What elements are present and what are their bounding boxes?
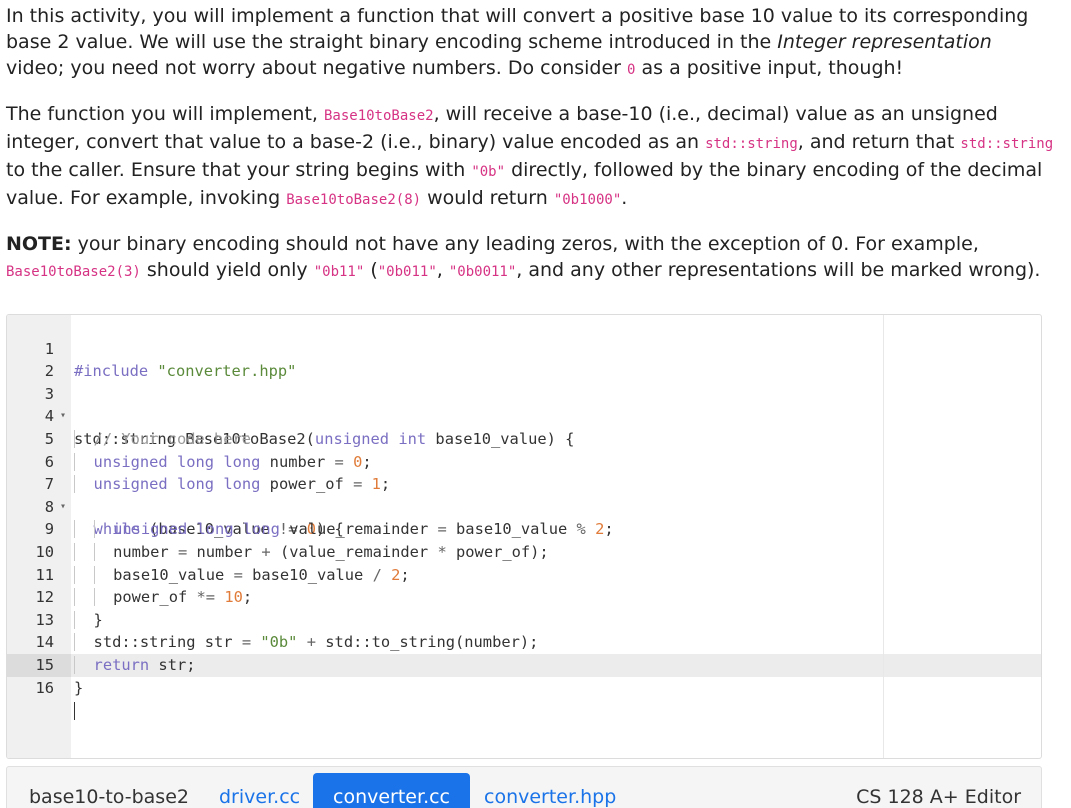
project-name: base10-to-base2 <box>11 773 207 808</box>
inline-code: Base10toBase2(3) <box>6 264 141 280</box>
text: video; you need not worry about negative… <box>6 57 627 79</box>
code-line[interactable]: 11 power_of *= 10; <box>7 541 1041 564</box>
text: , <box>437 259 449 281</box>
text: as a positive input, though! <box>635 57 903 79</box>
code-editor[interactable]: 1 #include "converter.hpp" 2 3 ▾ std::st… <box>6 314 1042 759</box>
code-line[interactable]: 8 unsigned long long value_remainder = b… <box>7 473 1041 496</box>
code-line[interactable]: 1 #include "converter.hpp" <box>7 315 1041 338</box>
text: your binary encoding should not have any… <box>72 233 979 255</box>
text: to the caller. Ensure that your string b… <box>6 159 471 181</box>
inline-code: std::string <box>960 136 1053 152</box>
code-line[interactable]: 5 unsigned long long number = 0; <box>7 405 1041 428</box>
file-tab-bar: base10-to-base2 driver.cc converter.cc c… <box>6 766 1042 808</box>
inline-code: std::string <box>705 136 798 152</box>
code-line[interactable]: 6 unsigned long long power_of = 1; <box>7 428 1041 451</box>
text: , and any other representations will be … <box>516 259 1040 281</box>
code-line[interactable]: 16 <box>7 654 1041 677</box>
inline-code: "0b011" <box>378 264 437 280</box>
code-line[interactable]: 3 ▾ std::string Base10toBase2(unsigned i… <box>7 360 1041 383</box>
inline-code: "0b" <box>471 164 505 180</box>
instructions-paragraph-2: The function you will implement, Base10t… <box>6 101 1056 213</box>
inline-code: Base10toBase2 <box>324 108 434 124</box>
tab-converter-hpp[interactable]: converter.hpp <box>466 773 634 808</box>
inline-code: "0b11" <box>314 264 365 280</box>
text: , and return that <box>798 131 961 153</box>
code-line[interactable]: 13 std::string str = "0b" + std::to_stri… <box>7 586 1041 609</box>
instructions-note: NOTE: your binary encoding should not ha… <box>6 231 1056 285</box>
note-label: NOTE: <box>6 233 72 255</box>
inline-code: Base10toBase2(8) <box>286 192 421 208</box>
text: . <box>621 187 627 209</box>
code-lines[interactable]: 1 #include "converter.hpp" 2 3 ▾ std::st… <box>7 315 1041 677</box>
code-line[interactable]: 4 // Your code here <box>7 383 1041 406</box>
inline-code: "0b0011" <box>449 264 516 280</box>
tab-converter-cc[interactable]: converter.cc <box>313 773 470 808</box>
code-line[interactable]: 7 ▾ while (base10_value != 0) { <box>7 451 1041 474</box>
text: ( <box>364 259 377 281</box>
code-line[interactable]: 15 } <box>7 631 1041 654</box>
code-line[interactable]: 12 } <box>7 564 1041 587</box>
code-line[interactable]: 2 <box>7 338 1041 361</box>
editor-brand: CS 128 A+ Editor <box>856 773 1021 808</box>
tab-driver-cc[interactable]: driver.cc <box>201 773 318 808</box>
code-line[interactable]: 14 return str; <box>7 609 1041 632</box>
inline-code: "0b1000" <box>554 192 621 208</box>
line-number: 16 <box>7 677 54 700</box>
code-token: } <box>74 679 83 697</box>
text: should yield only <box>141 259 314 281</box>
video-title: Integer representation <box>777 31 992 53</box>
instructions-paragraph-1: In this activity, you will implement a f… <box>6 3 1056 83</box>
text: would return <box>421 187 554 209</box>
text-cursor <box>74 702 75 720</box>
code-line[interactable]: 10 base10_value = base10_value / 2; <box>7 518 1041 541</box>
code-line[interactable]: 9 number = number + (value_remainder * p… <box>7 496 1041 519</box>
text: The function you will implement, <box>6 103 324 125</box>
